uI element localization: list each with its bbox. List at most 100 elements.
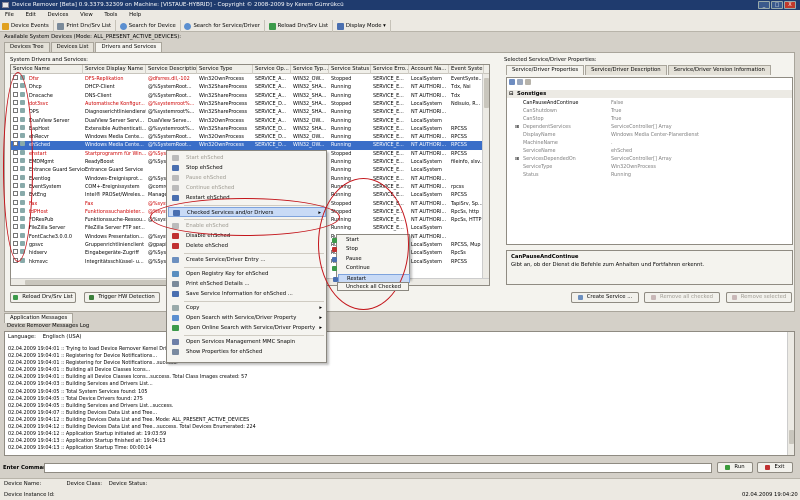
print-list-button[interactable]: Print Drv/Srv List <box>55 20 117 32</box>
table-row[interactable]: ehSched Windows Media Cente... @%SystemRoo… <box>11 141 489 150</box>
menu-item[interactable]: Open Search with Service/Driver Property… <box>168 313 326 323</box>
tab-devices-tree[interactable]: Devices Tree <box>4 42 50 52</box>
menu-help[interactable]: Help <box>124 10 146 20</box>
reload-list-button[interactable]: Reload Drv/Srv List <box>267 20 334 32</box>
table-row[interactable]: ehRecvr Windows Media Cente... @%SystemRoo… <box>11 133 489 141</box>
expand-icon[interactable]: ⊞ <box>515 123 519 131</box>
search-device-button[interactable]: Search for Device <box>118 20 181 32</box>
menu-edit[interactable]: Edit <box>21 10 41 20</box>
reload-list-button[interactable]: Reload Drv/Srv List <box>10 292 76 303</box>
menu-tools[interactable]: Tools <box>99 10 122 20</box>
column-header[interactable]: Service Display Name <box>83 65 146 74</box>
column-header[interactable]: Service Typ... <box>291 65 329 74</box>
table-cell: SERVICE_E... <box>373 76 404 82</box>
submenu-item[interactable]: Uncheck all Checked <box>337 282 409 292</box>
run-icon <box>725 465 731 470</box>
menu-item[interactable]: Delete ehSched <box>168 241 326 251</box>
tab-version-info[interactable]: Service/Driver Version Information <box>667 65 771 75</box>
table-row[interactable]: Dhcp DHCP-Client @%SystemRoot... Win32Share… <box>11 83 489 91</box>
remove-all-checked-button[interactable]: Remove all checked <box>644 292 720 303</box>
property-row[interactable]: ⊞ DependentServices ServiceController[] Ar… <box>507 123 792 131</box>
property-row[interactable]: CanPauseAndContinue False <box>507 99 792 107</box>
column-header[interactable]: Service Status <box>329 65 371 74</box>
minimize-button[interactable]: _ <box>758 1 770 9</box>
column-header[interactable]: Account Na... <box>409 65 449 74</box>
table-vertical-scrollbar[interactable] <box>482 74 489 278</box>
log-line: 02.04.2009 19:04:01 :: Building all Devi… <box>8 374 248 381</box>
property-row[interactable]: CanShutdown True <box>507 107 792 115</box>
table-row[interactable]: DPS Diagnoserichtliniendienst @%systemroot… <box>11 108 489 116</box>
property-name: DependentServices <box>523 124 571 130</box>
trigger-hw-detection-button[interactable]: Trigger HW Detection <box>84 292 160 303</box>
column-header[interactable]: Event Syste... <box>449 65 484 74</box>
main-tabs: Devices Tree Devices List Drivers and Serv… <box>4 42 163 52</box>
property-row[interactable]: ServiceType Win32OwnProcess <box>507 163 792 171</box>
menu-item[interactable]: Print ehSched Details ... <box>168 279 326 289</box>
menu-item[interactable]: Open Services Management MMC Snapin <box>168 337 326 347</box>
scroll-thumb[interactable] <box>789 430 794 444</box>
table-row[interactable]: Dnscache DNS-Client @%SystemRoot... Win32Sh… <box>11 91 489 100</box>
tab-devices-list[interactable]: Devices List <box>50 42 95 52</box>
table-row[interactable]: EapHost Extensible Authenticati... @%syste… <box>11 124 489 133</box>
create-service-button[interactable]: Create Service ... <box>571 292 639 303</box>
property-pages-icon[interactable] <box>525 79 531 85</box>
property-category[interactable]: ⊟ Sonstiges <box>507 90 792 98</box>
alphabetical-icon[interactable] <box>517 79 523 85</box>
property-description-title: CanPauseAndContinue <box>511 254 579 260</box>
close-button[interactable]: X <box>784 1 796 9</box>
property-row[interactable]: MachineName. <box>507 139 792 147</box>
run-button[interactable]: Run <box>717 462 753 473</box>
menu-item[interactable]: Pause ehSched <box>168 173 326 183</box>
property-row[interactable]: DisplayName Windows Media Center-Planerdi… <box>507 131 792 139</box>
menu-item[interactable]: Stop ehSched <box>168 163 326 173</box>
menu-item[interactable]: Open Online Search with Service/Driver P… <box>168 323 326 333</box>
property-toolbar <box>509 79 533 88</box>
table-row[interactable]: Dfsr DFS-Replikation @dfsrres.dll,-102 Win3… <box>11 75 489 83</box>
categorized-icon[interactable] <box>509 79 515 85</box>
menu-item[interactable]: Continue ehSched <box>168 183 326 193</box>
property-row[interactable]: ServiceName ehSched <box>507 147 792 155</box>
menu-item-label: Open Online Search with Service/Driver P… <box>186 325 316 331</box>
command-input[interactable] <box>44 463 712 473</box>
menu-item[interactable]: Show Properties for ehSched <box>168 347 326 357</box>
menu-item[interactable]: Open Registry Key for ehSched <box>168 269 326 279</box>
scroll-thumb[interactable] <box>484 78 489 108</box>
menu-item[interactable]: Save Service Information for ehSched ... <box>168 289 326 299</box>
column-header[interactable]: Service Erro... <box>371 65 409 74</box>
tab-drivers-services[interactable]: Drivers and Services <box>95 42 163 52</box>
column-header[interactable]: Service Name <box>11 65 83 74</box>
table-cell: SERVICE_E... <box>373 109 404 116</box>
expand-icon[interactable]: ⊞ <box>515 155 519 163</box>
menu-item[interactable]: Copy ▸ <box>168 303 326 313</box>
drivers-label: System Drivers and Services: <box>10 57 88 63</box>
display-mode-button[interactable]: Display Mode ▾ <box>335 20 391 32</box>
table-row[interactable]: dot3svc Automatische Konfigur... @%systemr… <box>11 99 489 108</box>
collapse-icon[interactable]: ⊟ <box>509 90 513 98</box>
device-events-button[interactable]: Device Events <box>0 20 54 32</box>
menu-item[interactable]: Start ehSched <box>168 153 326 163</box>
log-scrollbar[interactable] <box>787 332 794 455</box>
tab-properties[interactable]: Service/Driver Properties <box>506 65 585 75</box>
search-service-button[interactable]: Search for Service/Driver <box>182 20 265 32</box>
menu-file[interactable]: File <box>0 10 19 20</box>
remove-selected-button[interactable]: Remove selected <box>726 292 792 303</box>
property-name: ServiceName <box>523 148 556 154</box>
column-header[interactable]: Service Type <box>197 65 253 74</box>
property-row[interactable]: Status Running <box>507 171 792 179</box>
table-cell: WIN32_SHA... <box>293 109 327 116</box>
column-header[interactable]: Service Description <box>146 65 197 74</box>
exit-button[interactable]: Exit <box>757 462 793 473</box>
property-row[interactable]: CanStop True <box>507 115 792 123</box>
property-value: ServiceController[] Array <box>611 156 672 162</box>
tab-description[interactable]: Service/Driver Description <box>585 65 667 75</box>
table-cell: DualView Serve... <box>148 117 192 124</box>
menu-devices[interactable]: Devices <box>43 10 74 20</box>
table-header: Service Name Service Display Name Servic… <box>11 65 489 74</box>
table-row[interactable]: DualView Server DualView Server Servi... D… <box>11 116 489 125</box>
maximize-button[interactable]: □ <box>771 1 783 9</box>
log-line: 02.04.2009 19:04:07 :: Building Devices … <box>8 409 158 416</box>
property-row[interactable]: ⊞ ServicesDependedOn ServiceController[] A… <box>507 155 792 163</box>
column-header[interactable]: Service Op... <box>253 65 291 74</box>
menu-item[interactable]: Create Service/Driver Entry ... <box>168 255 326 265</box>
menu-view[interactable]: View <box>75 10 98 20</box>
